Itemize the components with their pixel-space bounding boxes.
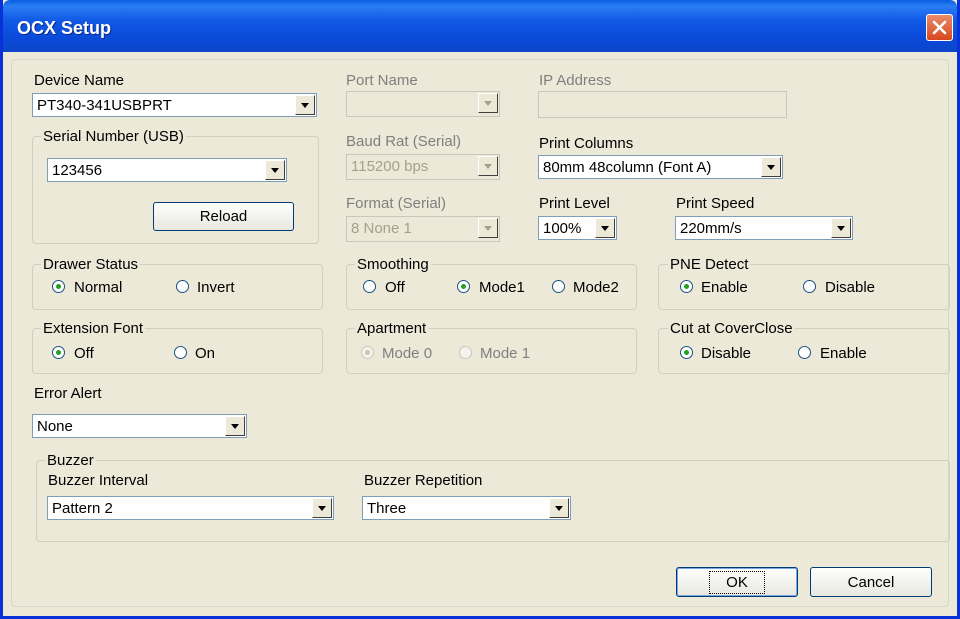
chevron-down-icon[interactable]: [295, 95, 315, 115]
print-level-value: 100%: [543, 220, 582, 237]
print-columns-label: Print Columns: [539, 135, 634, 152]
chevron-down-icon[interactable]: [265, 160, 285, 180]
drawer-invert-radio[interactable]: [176, 280, 189, 293]
error-alert-label: Error Alert: [34, 385, 102, 402]
smoothing-mode1-label: Mode1: [479, 279, 525, 296]
chevron-down-icon[interactable]: [761, 157, 781, 177]
apartment-mode0-radio[interactable]: [361, 346, 374, 359]
apartment-mode1-label: Mode 1: [480, 345, 531, 362]
smoothing-off-radio[interactable]: [363, 280, 376, 293]
print-columns-value: 80mm 48column (Font A): [543, 159, 712, 176]
smoothing-mode2-label: Mode2: [573, 279, 619, 296]
buzzer-interval-value: Pattern 2: [52, 500, 113, 517]
print-level-select[interactable]: 100%: [538, 216, 617, 240]
port-name-select[interactable]: [346, 91, 500, 117]
error-alert-value: None: [37, 418, 73, 435]
pne-detect-title: PNE Detect: [668, 256, 751, 273]
ext-font-off-label: Off: [74, 345, 94, 362]
format-select[interactable]: 8 None 1: [346, 216, 500, 242]
chevron-down-icon[interactable]: [312, 498, 332, 518]
ocx-setup-dialog: OCX Setup Device Name PT340-341USBPRT Se…: [0, 0, 960, 619]
ok-button-label: OK: [709, 570, 765, 594]
cut-disable-radio[interactable]: [680, 346, 693, 359]
smoothing-title: Smoothing: [355, 256, 431, 273]
print-speed-select[interactable]: 220mm/s: [675, 216, 853, 240]
print-speed-value: 220mm/s: [680, 220, 742, 237]
reload-button[interactable]: Reload: [153, 202, 294, 231]
chevron-down-icon[interactable]: [478, 156, 498, 176]
chevron-down-icon[interactable]: [478, 93, 498, 113]
buzzer-interval-label: Buzzer Interval: [48, 472, 149, 489]
buzzer-title: Buzzer: [45, 452, 96, 469]
ok-button[interactable]: OK: [676, 567, 798, 597]
buzzer-repetition-value: Three: [367, 500, 407, 517]
serial-number-group-title: Serial Number (USB): [41, 128, 186, 145]
reload-button-label: Reload: [199, 208, 248, 225]
smoothing-mode2-radio[interactable]: [552, 280, 565, 293]
cut-enable-label: Enable: [820, 345, 867, 362]
buzzer-repetition-select[interactable]: Three: [362, 496, 571, 520]
smoothing-mode1-radio[interactable]: [457, 280, 470, 293]
extension-font-title: Extension Font: [41, 320, 146, 337]
ip-address-label: IP Address: [539, 72, 612, 89]
print-speed-label: Print Speed: [676, 195, 755, 212]
drawer-normal-label: Normal: [74, 279, 123, 296]
format-label: Format (Serial): [346, 195, 447, 212]
pne-disable-label: Disable: [825, 279, 876, 296]
pne-enable-label: Enable: [701, 279, 748, 296]
cut-at-coverclose-title: Cut at CoverClose: [668, 320, 795, 337]
print-columns-select[interactable]: 80mm 48column (Font A): [538, 155, 783, 179]
window-title: OCX Setup: [17, 18, 112, 38]
device-name-value: PT340-341USBPRT: [37, 97, 172, 114]
baud-rate-select[interactable]: 115200 bps: [346, 154, 500, 180]
baud-rate-label: Baud Rat (Serial): [346, 133, 462, 150]
chevron-down-icon[interactable]: [595, 218, 615, 238]
ext-font-off-radio[interactable]: [52, 346, 65, 359]
device-name-label: Device Name: [34, 72, 125, 89]
apartment-mode1-radio[interactable]: [459, 346, 472, 359]
drawer-normal-radio[interactable]: [52, 280, 65, 293]
apartment-mode0-label: Mode 0: [382, 345, 433, 362]
close-icon: [932, 20, 947, 35]
buzzer-interval-select[interactable]: Pattern 2: [47, 496, 334, 520]
error-alert-select[interactable]: None: [32, 414, 247, 438]
serial-number-select[interactable]: 123456: [47, 158, 287, 182]
chevron-down-icon[interactable]: [225, 416, 245, 436]
cut-enable-radio[interactable]: [798, 346, 811, 359]
close-button[interactable]: [926, 14, 953, 41]
baud-rate-value: 115200 bps: [351, 158, 429, 175]
drawer-status-title: Drawer Status: [41, 256, 141, 273]
serial-number-value: 123456: [52, 162, 103, 179]
chevron-down-icon[interactable]: [549, 498, 569, 518]
port-name-label: Port Name: [346, 72, 418, 89]
cut-disable-label: Disable: [701, 345, 752, 362]
chevron-down-icon[interactable]: [831, 218, 851, 238]
device-name-select[interactable]: PT340-341USBPRT: [32, 93, 317, 117]
cancel-button-label: Cancel: [847, 573, 895, 591]
apartment-title: Apartment: [355, 320, 429, 337]
print-level-label: Print Level: [539, 195, 610, 212]
format-value: 8 None 1: [351, 220, 412, 237]
title-bar[interactable]: OCX Setup: [3, 0, 957, 52]
ext-font-on-label: On: [195, 345, 216, 362]
buzzer-repetition-label: Buzzer Repetition: [364, 472, 483, 489]
pne-enable-radio[interactable]: [680, 280, 693, 293]
ip-address-input[interactable]: [538, 91, 787, 118]
pne-disable-radio[interactable]: [803, 280, 816, 293]
smoothing-off-label: Off: [385, 279, 405, 296]
chevron-down-icon[interactable]: [478, 218, 498, 238]
drawer-invert-label: Invert: [197, 279, 235, 296]
cancel-button[interactable]: Cancel: [810, 567, 932, 597]
ext-font-on-radio[interactable]: [174, 346, 187, 359]
